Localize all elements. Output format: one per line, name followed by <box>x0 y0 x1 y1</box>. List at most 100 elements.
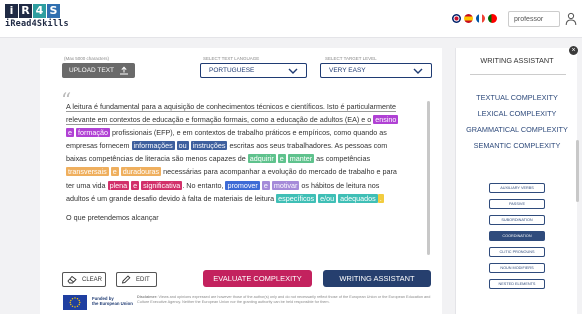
highlighted-word[interactable]: e <box>110 167 119 177</box>
text-segment: O que pretendemos alcançar <box>66 212 159 222</box>
text-segment: baixas competências de literacia são men… <box>66 154 246 164</box>
chip-nested-elements[interactable]: NESTED ELEMENTS <box>489 279 545 289</box>
chip-subordination[interactable]: SUBORDINATION <box>489 215 545 225</box>
close-icon[interactable]: × <box>569 46 578 55</box>
source-language-select[interactable]: PORTUGUESE <box>200 63 307 78</box>
upload-label: UPLOAD TEXT <box>69 67 115 74</box>
france-flag-icon[interactable] <box>476 14 485 23</box>
evaluate-complexity-button[interactable]: EVALUATE COMPLEXITY <box>203 270 312 287</box>
highlighted-word[interactable]: ensino <box>373 115 399 125</box>
highlighted-word[interactable]: plena <box>107 180 130 190</box>
text-segment: as competências <box>316 154 371 164</box>
top-header: i R 4 S iRead4Skills <box>0 0 582 38</box>
text-line: e formação profissionais (EFP), e em con… <box>66 126 422 139</box>
chip-passive[interactable]: PASSIVE <box>489 199 545 209</box>
pencil-icon <box>121 275 131 284</box>
funded-line: the European Union <box>92 301 133 306</box>
disclaimer-text: Disclaimer: Views and opinions expressed… <box>137 295 433 305</box>
source-language-value: PORTUGUESE <box>209 67 255 74</box>
target-level-select[interactable]: VERY EASY <box>320 63 432 78</box>
text-line: ter uma vida plena e significativa. No e… <box>66 179 422 192</box>
spain-flag-icon[interactable] <box>464 14 473 23</box>
highlighted-word[interactable]: . <box>377 193 384 203</box>
text-line: baixas competências de literacia são men… <box>66 152 422 165</box>
text-segment: escritas aos seus trabalhadores. As pess… <box>229 141 388 151</box>
logo-text: iRead4Skills <box>5 19 69 29</box>
upload-text-button[interactable]: UPLOAD TEXT <box>62 63 135 78</box>
text-line: transversais e duradouras necessárias pa… <box>66 165 422 178</box>
grammar-filter-chips: AUXILIARY VERBS PASSIVE SUBORDINATION CO… <box>489 183 545 295</box>
disclaimer-heading: Disclaimer: <box>137 295 158 299</box>
highlighted-word[interactable]: formação <box>76 128 110 138</box>
text-editor[interactable]: A leitura é fundamental para a aquisição… <box>66 100 422 224</box>
chevron-down-icon <box>288 68 298 74</box>
text-line: adultos é um grande desafio devido à fal… <box>66 192 422 205</box>
semantic-complexity-link[interactable]: SEMANTIC COMPLEXITY <box>448 141 582 150</box>
upload-icon <box>120 66 129 75</box>
text-line: empresas fornecem informações ou instruç… <box>66 139 422 152</box>
text-segment: profissionais (EFP), e em contextos de t… <box>111 128 387 138</box>
highlighted-word[interactable]: e/ou <box>318 193 337 203</box>
disclaimer-body: Views and opinions expressed are however… <box>137 295 431 304</box>
portugal-flag-icon[interactable] <box>488 14 497 23</box>
highlighted-word[interactable]: e <box>261 180 270 190</box>
text-segment: A leitura é fundamental para a aquisição… <box>66 102 397 112</box>
highlighted-word[interactable]: transversais <box>66 167 109 177</box>
highlighted-word[interactable]: duradouras <box>120 167 162 177</box>
textual-complexity-link[interactable]: TEXTUAL COMPLEXITY <box>448 93 582 102</box>
ireadforskills-logo[interactable]: i R 4 S iRead4Skills <box>5 4 69 29</box>
text-line: O que pretendemos alcançar <box>66 211 422 224</box>
logo-letter: S <box>47 4 60 18</box>
highlighted-word[interactable]: ou <box>176 141 189 151</box>
edit-button[interactable]: EDIT <box>116 272 157 287</box>
text-segment: ter uma vida <box>66 180 106 190</box>
clear-label: CLEAR <box>82 276 103 283</box>
highlighted-word[interactable]: e <box>131 180 140 190</box>
username-field[interactable] <box>508 11 560 27</box>
highlighted-word[interactable]: e <box>277 154 286 164</box>
highlighted-word[interactable]: instruções <box>190 141 228 151</box>
writing-assistant-button[interactable]: WRITING ASSISTANT <box>323 270 431 287</box>
sidebar-scrollbar[interactable] <box>576 140 579 202</box>
writing-assistant-panel: × WRITING ASSISTANT TEXTUAL COMPLEXITY L… <box>455 46 578 314</box>
chip-coordination[interactable]: COORDINATION <box>489 231 545 241</box>
logo-boxes: i R 4 S <box>5 4 69 18</box>
text-line: relevante em contextos de educação e for… <box>66 113 422 126</box>
funded-by-eu-label: Funded by the European Union <box>92 296 133 306</box>
highlighted-word[interactable]: específicos <box>276 193 317 203</box>
editor-scrollbar[interactable] <box>427 101 430 255</box>
panel-title: WRITING ASSISTANT <box>480 56 554 65</box>
eraser-icon <box>67 275 77 284</box>
highlighted-word[interactable]: adquirir <box>247 154 276 164</box>
uk-flag-icon[interactable] <box>452 14 461 23</box>
logo-letter: R <box>19 4 32 18</box>
highlighted-word[interactable]: adequados <box>338 193 378 203</box>
chip-noun-modifiers[interactable]: NOUN MODIFIERS <box>489 263 545 273</box>
highlighted-word[interactable]: promover <box>225 180 260 190</box>
text-segment: empresas fornecem <box>66 141 130 151</box>
highlighted-word[interactable]: e <box>66 128 74 138</box>
editor-panel: (Max 5000 characters) UPLOAD TEXT SELECT… <box>40 48 442 314</box>
highlighted-word[interactable]: manter <box>287 154 315 164</box>
clear-button[interactable]: CLEAR <box>62 272 106 287</box>
text-segment: relevante em contextos de educação e for… <box>66 115 372 126</box>
eu-flag-icon <box>63 295 87 310</box>
highlighted-word[interactable]: significativa <box>141 180 183 190</box>
target-level-value: VERY EASY <box>329 67 366 74</box>
chevron-down-icon <box>413 68 423 74</box>
lexical-complexity-link[interactable]: LEXICAL COMPLEXITY <box>448 109 582 118</box>
grammatical-complexity-link[interactable]: GRAMMATICAL COMPLEXITY <box>448 125 582 134</box>
text-line: A leitura é fundamental para a aquisição… <box>66 100 422 113</box>
divider <box>470 74 566 75</box>
highlighted-word[interactable]: informações <box>131 141 175 151</box>
logo-letter: 4 <box>33 4 46 18</box>
text-segment: . No entanto, <box>182 180 224 190</box>
user-icon[interactable] <box>565 12 577 26</box>
chip-clitic-pronouns[interactable]: CLITIC PRONOUNS <box>489 247 545 257</box>
chip-auxiliary-verbs[interactable]: AUXILIARY VERBS <box>489 183 545 193</box>
source-language-label: SELECT TEXT LANGUAGE <box>203 56 260 61</box>
highlighted-word[interactable]: motivar <box>271 180 300 190</box>
text-segment: adultos é um grande desafio devido à fal… <box>66 193 275 203</box>
target-level-label: SELECT TARGET LEVEL <box>325 56 377 61</box>
app-root: i R 4 S iRead4Skills (Max 5000 character… <box>0 0 582 314</box>
